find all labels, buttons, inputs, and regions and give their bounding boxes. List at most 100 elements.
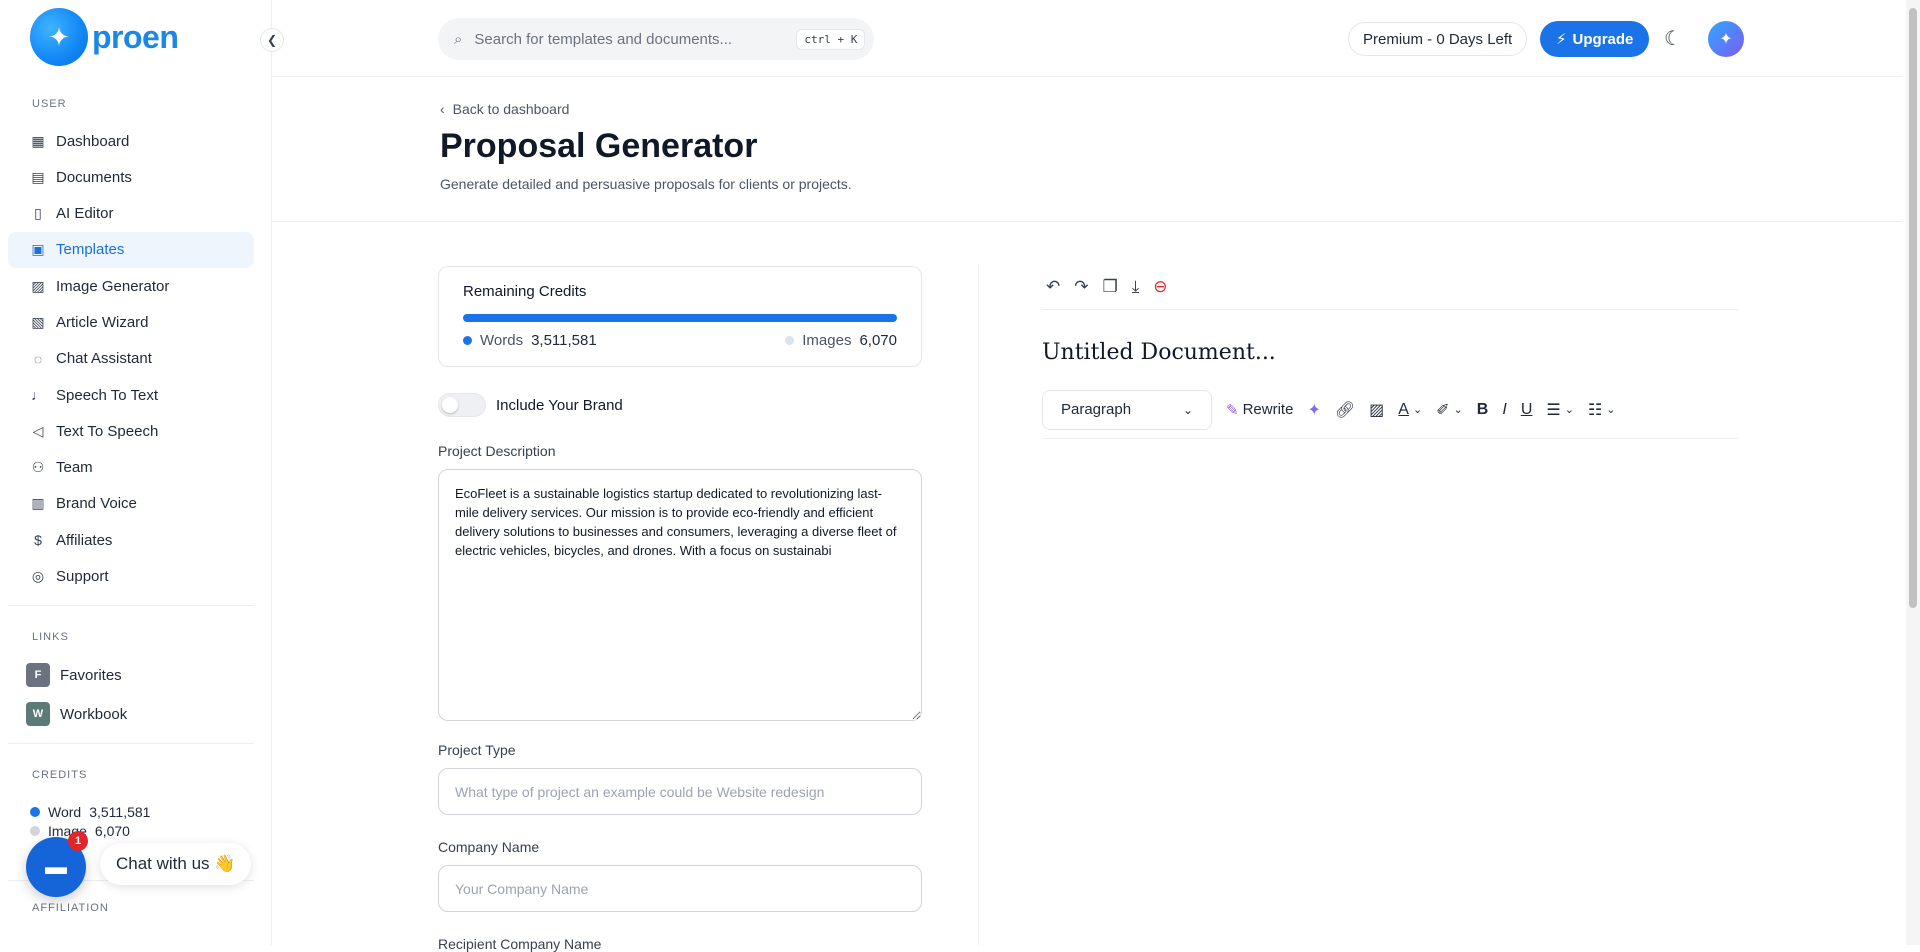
copy-icon[interactable]: ❐ [1103, 277, 1118, 297]
chat-unread-badge: 1 [68, 831, 88, 851]
credit-value: 6,070 [94, 823, 130, 839]
sidebar-item-label: Article Wizard [56, 313, 149, 331]
format-toolbar: Paragraph ⌄ ✎ Rewrite ✦ 🔗︎ ▨ A ⌄ ✐ ⌄ B I U… [1042, 381, 1738, 439]
sidebar-item-chat-assistant[interactable]: ◌ Chat Assistant [8, 341, 254, 377]
back-label: Back to dashboard [452, 101, 570, 117]
sidebar-item-label: Text To Speech [56, 422, 159, 440]
back-to-dashboard-link[interactable]: ‹ Back to dashboard [440, 101, 569, 117]
sidebar-item-article-wizard[interactable]: ▧ Article Wizard [8, 304, 254, 340]
documents-icon: ▤ [31, 168, 45, 185]
link-workbook[interactable]: W Workbook [26, 702, 127, 726]
credits-title: Remaining Credits [463, 283, 587, 300]
chat-with-us-button[interactable]: Chat with us 👋 [100, 843, 252, 885]
include-brand-toggle[interactable] [438, 393, 486, 417]
rewrite-button[interactable]: ✎ Rewrite [1226, 401, 1293, 419]
text-color-icon: A [1398, 400, 1409, 418]
credit-label: Word [48, 804, 82, 820]
redo-icon[interactable]: ↷ [1074, 277, 1088, 297]
include-brand-label: Include Your Brand [496, 396, 623, 414]
sidebar-item-text-to-speech[interactable]: ◁ Text To Speech [8, 413, 254, 449]
premium-status-badge[interactable]: Premium - 0 Days Left [1348, 22, 1528, 56]
link-label: Favorites [60, 666, 122, 684]
workbook-badge: W [26, 702, 50, 726]
app-logo[interactable]: ✦ proen [30, 8, 179, 66]
link-favorites[interactable]: F Favorites [26, 663, 122, 687]
sparkle-icon: ✦ [1719, 31, 1733, 48]
speech-to-text-icon: ♩ [31, 387, 45, 404]
lightning-icon: ⚡ [1556, 31, 1567, 48]
vertical-divider [978, 264, 979, 945]
scrollbar-thumb[interactable] [1909, 8, 1917, 608]
bullet-list-button[interactable]: ☰ ⌄ [1546, 400, 1574, 420]
sidebar-item-support[interactable]: ◎ Support [8, 559, 254, 595]
word-dot-icon [30, 807, 40, 817]
sidebar-item-documents[interactable]: ▤ Documents [8, 159, 254, 195]
brand-voice-icon: ▥ [31, 495, 45, 512]
download-icon[interactable]: ⤓ [1132, 277, 1140, 297]
link-icon[interactable]: 🔗︎ [1335, 400, 1355, 420]
highlighter-icon: ✐ [1436, 401, 1450, 419]
search-icon: ⌕ [454, 30, 463, 48]
pencil-icon: ✎ [1226, 401, 1239, 419]
sidebar-nav: ▦ Dashboard ▤ Documents ▯ AI Editor ▣ Templates… [8, 123, 254, 595]
company-name-field[interactable] [438, 865, 922, 912]
text-color-button[interactable]: A ⌄ [1398, 401, 1422, 419]
avatar[interactable]: ✦ [1708, 21, 1744, 57]
ai-editor-icon: ▯ [34, 205, 42, 222]
chevron-left-icon: ‹ [440, 101, 445, 117]
favorites-badge: F [26, 663, 50, 687]
project-description-field[interactable]: EcoFleet is a sustainable logistics star… [438, 469, 922, 721]
sidebar-item-affiliates[interactable]: $ Affiliates [8, 522, 254, 558]
search-input[interactable] [474, 30, 785, 48]
sidebar-item-label: AI Editor [56, 205, 114, 223]
affiliates-icon: $ [34, 532, 42, 549]
image-icon[interactable]: ▨ [1369, 400, 1384, 420]
sidebar: ✦ proen ❮ USER ▦ Dashboard ▤ Documents ▯ AI E… [0, 0, 284, 945]
sidebar-item-image-generator[interactable]: ▨ Image Generator [8, 268, 254, 304]
words-value: 3,511,581 [531, 332, 597, 349]
block-type-select[interactable]: Paragraph ⌄ [1042, 389, 1212, 430]
team-icon: ⚇ [31, 459, 45, 476]
project-type-field[interactable] [438, 768, 922, 815]
ai-sparkle-icon[interactable]: ✦ [1307, 400, 1320, 420]
sidebar-item-ai-editor[interactable]: ▯ AI Editor [8, 196, 254, 232]
document-title[interactable]: Untitled Document... [1042, 340, 1738, 365]
rewrite-label: Rewrite [1242, 401, 1294, 418]
section-label-affiliation: AFFILIATION [32, 902, 109, 914]
numbered-list-button[interactable]: ☷ ⌄ [1588, 400, 1616, 420]
document-editor: ↶ ↷ ❐ ⤓ ⊖ Untitled Document... Paragraph… [1042, 264, 1738, 439]
remaining-credits-card: Remaining Credits Words 3,511,581 Images 6… [438, 266, 922, 367]
sidebar-item-dashboard[interactable]: ▦ Dashboard [8, 123, 254, 159]
page-description: Generate detailed and persuasive proposa… [440, 176, 852, 192]
chat-icon: ▬ [45, 854, 67, 879]
words-credit: Words 3,511,581 [463, 332, 597, 349]
upgrade-button[interactable]: ⚡ Upgrade [1540, 21, 1650, 57]
credits-row: Words 3,511,581 Images 6,070 [463, 332, 897, 349]
sidebar-item-speech-to-text[interactable]: ♩ Speech To Text [8, 377, 254, 413]
recipient-company-label: Recipient Company Name [438, 936, 602, 952]
underline-icon[interactable]: U [1521, 401, 1533, 419]
text-to-speech-icon: ◁ [32, 422, 44, 439]
chevron-down-icon: ⌄ [1564, 404, 1574, 416]
page-scrollbar[interactable] [1906, 0, 1920, 945]
words-dot-icon [463, 336, 472, 345]
upgrade-label: Upgrade [1572, 30, 1634, 48]
clear-icon[interactable]: ⊖ [1153, 277, 1167, 297]
divider [8, 605, 254, 606]
moon-icon[interactable]: ☾ [1664, 26, 1682, 51]
bold-icon[interactable]: B [1477, 401, 1489, 419]
company-name-label: Company Name [438, 839, 540, 855]
section-label-links: LINKS [32, 631, 69, 643]
highlight-button[interactable]: ✐ ⌄ [1436, 400, 1463, 420]
sidebar-item-brand-voice[interactable]: ▥ Brand Voice [8, 486, 254, 522]
link-label: Workbook [60, 705, 128, 723]
image-dot-icon [30, 826, 40, 836]
image-generator-icon: ▨ [31, 277, 45, 294]
sidebar-item-templates[interactable]: ▣ Templates [8, 231, 254, 268]
undo-icon[interactable]: ↶ [1046, 277, 1060, 297]
credit-value: 3,511,581 [89, 804, 151, 820]
italic-icon[interactable]: I [1502, 401, 1506, 419]
search-box[interactable]: ⌕ ctrl + K [438, 18, 874, 60]
credit-word: Word 3,511,581 [30, 804, 150, 820]
sidebar-item-team[interactable]: ⚇ Team [8, 450, 254, 486]
